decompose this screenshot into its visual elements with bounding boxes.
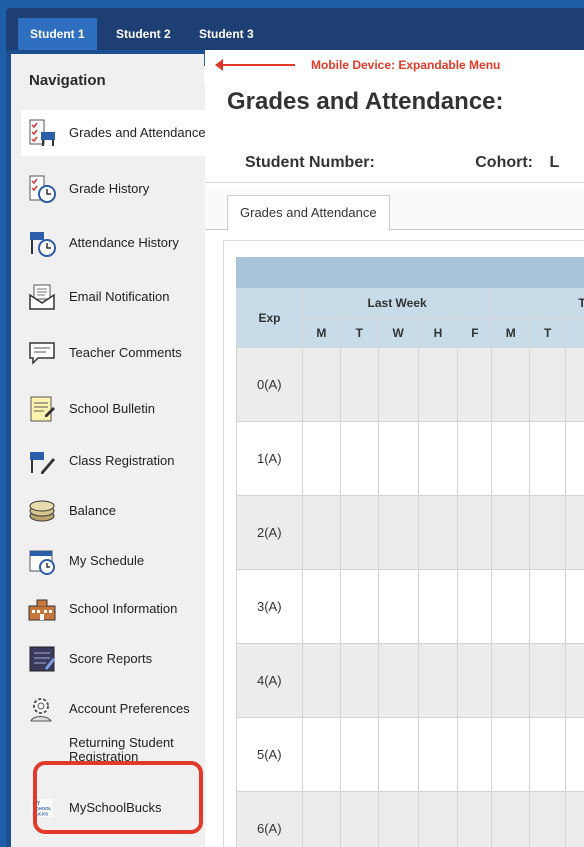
- bulletin-icon: [30, 396, 55, 422]
- column-header-exp: Exp: [236, 287, 303, 348]
- column-header-this-week: This: [491, 287, 584, 318]
- period-cell: 6(A): [236, 791, 303, 847]
- highlight-outline: [33, 761, 203, 834]
- divider: [205, 182, 584, 183]
- sidebar-item-grade-history[interactable]: Grade History: [21, 166, 207, 212]
- day-header: H: [417, 317, 459, 348]
- arrow-left-icon: [215, 59, 295, 71]
- school-icon: [28, 599, 56, 621]
- app-window: Student 1 Student 2 Student 3 Navigation…: [6, 8, 584, 847]
- grades-table: Exp Last Week This M T W H F M T: [236, 257, 584, 847]
- email-icon: [29, 284, 55, 310]
- day-header: W: [377, 317, 419, 348]
- sidebar-item-label: Grades and Attendance: [69, 125, 206, 140]
- main-content: Mobile Device: Expandable Menu Grades an…: [205, 50, 584, 847]
- sidebar-item-label: Returning Student Registration: [69, 735, 174, 764]
- navigation-sidebar: Navigation Grades and Attendance Grade H…: [11, 54, 207, 847]
- sidebar-item-my-schedule[interactable]: My Schedule: [21, 538, 207, 584]
- tab-student-3[interactable]: Student 3: [187, 18, 266, 50]
- class-registration-icon: [30, 452, 55, 474]
- header-band: [236, 257, 584, 288]
- table-row: 3(A): [236, 569, 584, 644]
- tab-grades-attendance[interactable]: Grades and Attendance: [227, 195, 390, 231]
- sidebar-item-class-registration[interactable]: Class Registration: [21, 438, 207, 484]
- day-header: T: [529, 317, 567, 348]
- annotation-text: Mobile Device: Expandable Menu: [311, 58, 501, 72]
- sidebar-item-label: My Schedule: [69, 553, 145, 568]
- score-reports-icon: [29, 646, 55, 672]
- page-title: Grades and Attendance:: [227, 88, 504, 115]
- day-header: F: [457, 317, 493, 348]
- comments-icon: [29, 342, 55, 365]
- day-header: T: [339, 317, 379, 348]
- content-tab-bar: Grades and Attendance: [205, 190, 584, 231]
- grade-history-icon: [29, 175, 56, 203]
- period-cell: 0(A): [236, 347, 303, 422]
- table-row: 0(A): [236, 347, 584, 422]
- student-info: Student Number: Cohort: L: [245, 154, 559, 172]
- period-cell: 3(A): [236, 569, 303, 644]
- sidebar-item-label: School Bulletin: [69, 401, 155, 416]
- sidebar-item-email-notification[interactable]: Email Notification: [21, 274, 207, 320]
- sidebar-item-score-reports[interactable]: Score Reports: [21, 636, 207, 682]
- cohort-value: L: [549, 154, 560, 171]
- sidebar-item-teacher-comments[interactable]: Teacher Comments: [21, 330, 207, 376]
- sidebar-item-school-bulletin[interactable]: School Bulletin: [21, 386, 207, 432]
- table-row: 6(A): [236, 791, 584, 847]
- tab-student-1[interactable]: Student 1: [18, 18, 97, 50]
- sidebar-item-label: Balance: [69, 503, 116, 518]
- table-row: 5(A): [236, 717, 584, 792]
- period-cell: 4(A): [236, 643, 303, 718]
- day-header: [565, 317, 584, 348]
- table-row: 4(A): [236, 643, 584, 718]
- column-header-last-week: Last Week: [301, 287, 493, 318]
- schedule-icon: [29, 550, 55, 575]
- annotation: Mobile Device: Expandable Menu: [215, 58, 501, 72]
- period-cell: 5(A): [236, 717, 303, 792]
- student-number-label: Student Number:: [245, 154, 375, 171]
- grades-attendance-icon: [29, 119, 55, 146]
- attendance-history-icon: [30, 232, 56, 257]
- sidebar-item-label: Class Registration: [69, 453, 175, 468]
- sidebar-item-label: Grade History: [69, 181, 150, 196]
- day-header: M: [491, 317, 531, 348]
- period-cell: 2(A): [236, 495, 303, 570]
- sidebar-item-label: Account Preferences: [69, 701, 190, 716]
- sidebar-item-grades-attendance[interactable]: Grades and Attendance: [21, 110, 207, 156]
- balance-icon: [29, 500, 55, 522]
- sidebar-item-balance[interactable]: Balance: [21, 488, 207, 534]
- tab-student-2[interactable]: Student 2: [104, 18, 183, 50]
- table-row: 1(A): [236, 421, 584, 496]
- student-tab-bar: Student 1 Student 2 Student 3: [6, 8, 584, 50]
- sidebar-item-attendance-history[interactable]: Attendance History: [21, 220, 207, 266]
- sidebar-item-label: Teacher Comments: [69, 345, 182, 360]
- sidebar-item-school-information[interactable]: School Information: [21, 586, 207, 632]
- grades-panel: Exp Last Week This M T W H F M T: [223, 240, 584, 847]
- navigation-title: Navigation: [29, 72, 106, 89]
- sidebar-item-label: School Information: [69, 601, 178, 616]
- grades-grid: Exp Last Week This M T W H F M T: [236, 257, 584, 847]
- sidebar-item-label: Email Notification: [69, 289, 170, 304]
- sidebar-item-label: Score Reports: [69, 651, 153, 666]
- cohort-label: Cohort:: [475, 154, 533, 171]
- gear-icon: [30, 698, 52, 722]
- period-cell: 1(A): [236, 421, 303, 496]
- sidebar-item-label: Attendance History: [69, 235, 179, 250]
- table-row: 2(A): [236, 495, 584, 570]
- day-header: M: [301, 317, 341, 348]
